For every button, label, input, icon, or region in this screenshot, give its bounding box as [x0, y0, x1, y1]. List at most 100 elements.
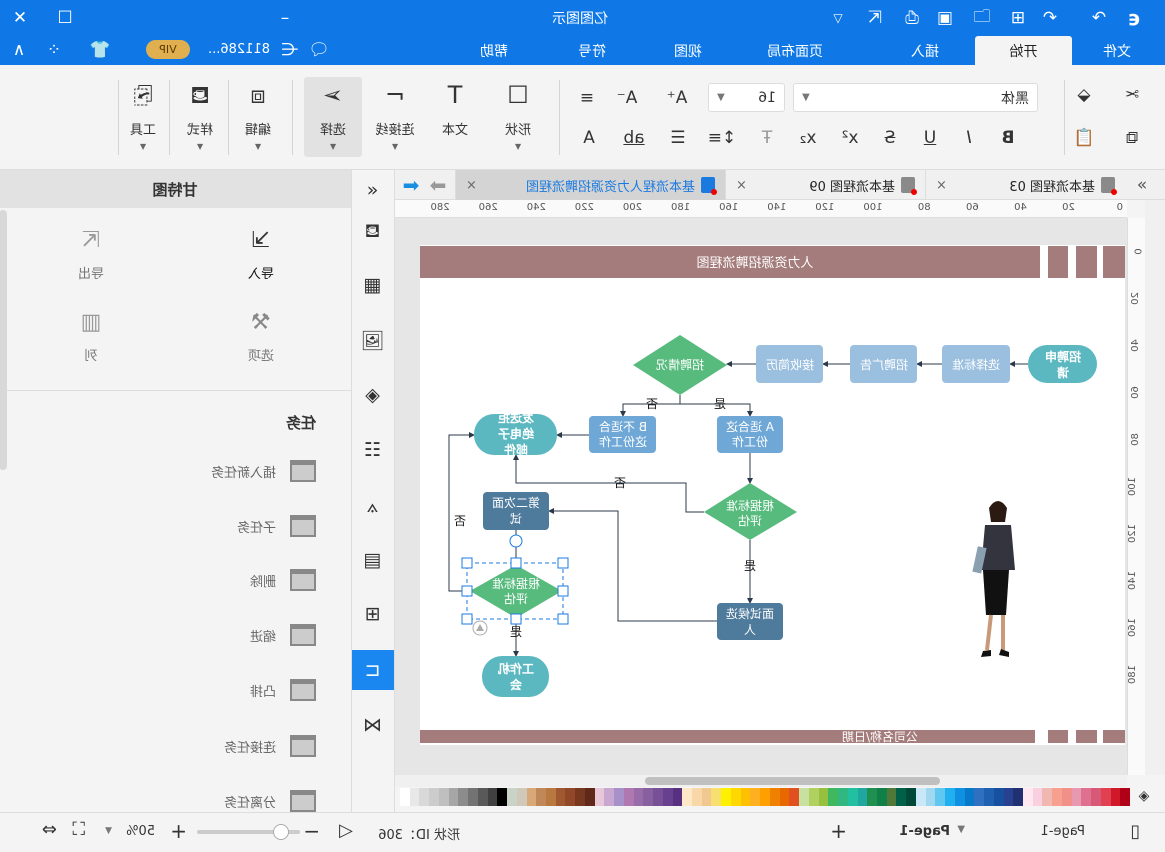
- page-selector[interactable]: Page-1: [1041, 824, 1085, 839]
- zoom-out-icon[interactable]: −: [303, 819, 320, 843]
- palette-swatch[interactable]: [876, 788, 887, 806]
- page-dropdown-icon[interactable]: ▼: [957, 824, 965, 835]
- add-page-icon[interactable]: +: [830, 819, 847, 843]
- palette-swatch[interactable]: [954, 788, 965, 806]
- zoom-slider-knob[interactable]: [273, 824, 289, 840]
- import-button[interactable]: ⇲ 导入: [231, 228, 291, 282]
- palette-swatch[interactable]: [438, 788, 449, 806]
- task-delete[interactable]: 删除: [0, 565, 351, 595]
- palette-swatch[interactable]: [1100, 788, 1111, 806]
- palette-swatch[interactable]: [1023, 788, 1033, 806]
- palette-swatch[interactable]: [721, 788, 731, 806]
- palette-swatch[interactable]: [604, 788, 615, 806]
- export-button[interactable]: ⇱ 导出: [61, 228, 121, 282]
- palette-swatch[interactable]: [945, 788, 955, 806]
- current-page-tab[interactable]: Page-1: [899, 824, 950, 839]
- chart-icon[interactable]: ⟑: [351, 486, 394, 526]
- palette-swatch[interactable]: [623, 788, 634, 806]
- panel-scrollbar[interactable]: [0, 210, 7, 470]
- palette-swatch[interactable]: [1110, 788, 1121, 806]
- palette-swatch[interactable]: [633, 788, 644, 806]
- palette-swatch[interactable]: [828, 788, 839, 806]
- palette-swatch[interactable]: [565, 788, 576, 806]
- palette-swatch[interactable]: [984, 788, 994, 806]
- palette-swatch[interactable]: [458, 788, 469, 806]
- palette-swatch[interactable]: [643, 788, 654, 806]
- shape-eval2-selected[interactable]: 根据标准评估: [470, 565, 562, 618]
- palette-swatch[interactable]: [750, 788, 761, 806]
- puzzle-icon[interactable]: ⊞: [351, 594, 394, 634]
- page-view-icon[interactable]: ▯: [1130, 821, 1140, 842]
- palette-swatch[interactable]: [1052, 788, 1062, 806]
- palette-swatch[interactable]: [692, 788, 702, 806]
- palette-swatch[interactable]: [672, 788, 683, 806]
- shape-eval1[interactable]: 根据标准评估: [704, 483, 797, 540]
- palette-swatch[interactable]: [575, 788, 585, 806]
- palette-swatch[interactable]: [935, 788, 946, 806]
- task-link[interactable]: 连接任务: [0, 731, 351, 761]
- shape-status[interactable]: 招聘情况: [633, 335, 727, 395]
- shape-offer[interactable]: 工作机会: [482, 656, 549, 697]
- palette-swatch[interactable]: [886, 788, 897, 806]
- task-indent[interactable]: 缩进: [0, 620, 351, 650]
- palette-swatch[interactable]: [993, 788, 1004, 806]
- palette-swatch[interactable]: [1032, 788, 1043, 806]
- palette-swatch[interactable]: [711, 788, 722, 806]
- shape-criteria[interactable]: 选择标准: [942, 345, 1010, 383]
- palette-swatch[interactable]: [487, 788, 498, 806]
- palette-swatch[interactable]: [818, 788, 829, 806]
- layers-icon[interactable]: ◈: [351, 375, 394, 415]
- palette-swatch[interactable]: [1061, 788, 1072, 806]
- palette-swatch[interactable]: [468, 788, 478, 806]
- palette-swatch[interactable]: [808, 788, 819, 806]
- palette-swatch[interactable]: [477, 788, 488, 806]
- palette-swatch[interactable]: [1042, 788, 1053, 806]
- palette-swatch[interactable]: [516, 788, 527, 806]
- options-button[interactable]: ⚒ 选项: [231, 310, 291, 364]
- palette-swatch[interactable]: [847, 788, 858, 806]
- palette-swatch[interactable]: [915, 788, 926, 806]
- shape-apply[interactable]: 招聘申请: [1028, 345, 1097, 383]
- shape-unfit[interactable]: B 不适合这份工作: [589, 416, 656, 453]
- play-icon[interactable]: ◁: [339, 820, 353, 841]
- scrollbar-thumb[interactable]: [645, 777, 940, 785]
- shape-resume[interactable]: 接收简历: [756, 345, 823, 383]
- palette-swatch[interactable]: [584, 788, 595, 806]
- grid-icon[interactable]: ▦: [351, 265, 394, 305]
- palette-swatch[interactable]: [448, 788, 459, 806]
- palette-swatch[interactable]: [662, 788, 673, 806]
- palette-swatch[interactable]: [896, 788, 907, 806]
- palette-swatch[interactable]: [925, 788, 936, 806]
- fill-color-icon[interactable]: ◈: [1135, 788, 1153, 806]
- horizontal-scrollbar[interactable]: [395, 775, 1127, 787]
- palette-swatch[interactable]: [769, 788, 780, 806]
- palette-swatch[interactable]: [400, 788, 410, 806]
- zoom-slider[interactable]: [197, 824, 300, 840]
- table-icon[interactable]: ▤: [351, 540, 394, 580]
- palette-swatch[interactable]: [906, 788, 916, 806]
- zoom-in-icon[interactable]: +: [170, 819, 187, 843]
- shape-second-interview[interactable]: 第二次面试: [483, 492, 549, 530]
- shape-interview[interactable]: 面试候选人: [717, 603, 783, 640]
- palette-swatch[interactable]: [1081, 788, 1092, 806]
- palette-swatch[interactable]: [653, 788, 663, 806]
- palette-swatch[interactable]: [526, 788, 537, 806]
- palette-swatch[interactable]: [1013, 788, 1023, 806]
- fullscreen-icon[interactable]: ⛶: [72, 819, 85, 840]
- image-icon[interactable]: 🖼: [351, 320, 394, 360]
- shape-ad[interactable]: 招聘广告: [850, 345, 917, 383]
- palette-swatch[interactable]: [838, 788, 848, 806]
- palette-swatch[interactable]: [614, 788, 624, 806]
- palette-swatch[interactable]: [507, 788, 517, 806]
- task-outdent[interactable]: 凸排: [0, 675, 351, 705]
- palette-swatch[interactable]: [867, 788, 877, 806]
- collapse-panel-icon[interactable]: «: [351, 170, 394, 210]
- shape-fit[interactable]: A 适合这份工作: [717, 416, 783, 453]
- palette-swatch[interactable]: [497, 788, 508, 806]
- task-insert[interactable]: 插入新任务: [0, 456, 351, 486]
- fit-width-icon[interactable]: ⇔: [42, 819, 57, 840]
- palette-swatch[interactable]: [799, 788, 809, 806]
- palette-swatch[interactable]: [409, 788, 420, 806]
- palette-swatch[interactable]: [1120, 788, 1131, 806]
- zoom-dropdown-icon[interactable]: ▼: [105, 826, 112, 836]
